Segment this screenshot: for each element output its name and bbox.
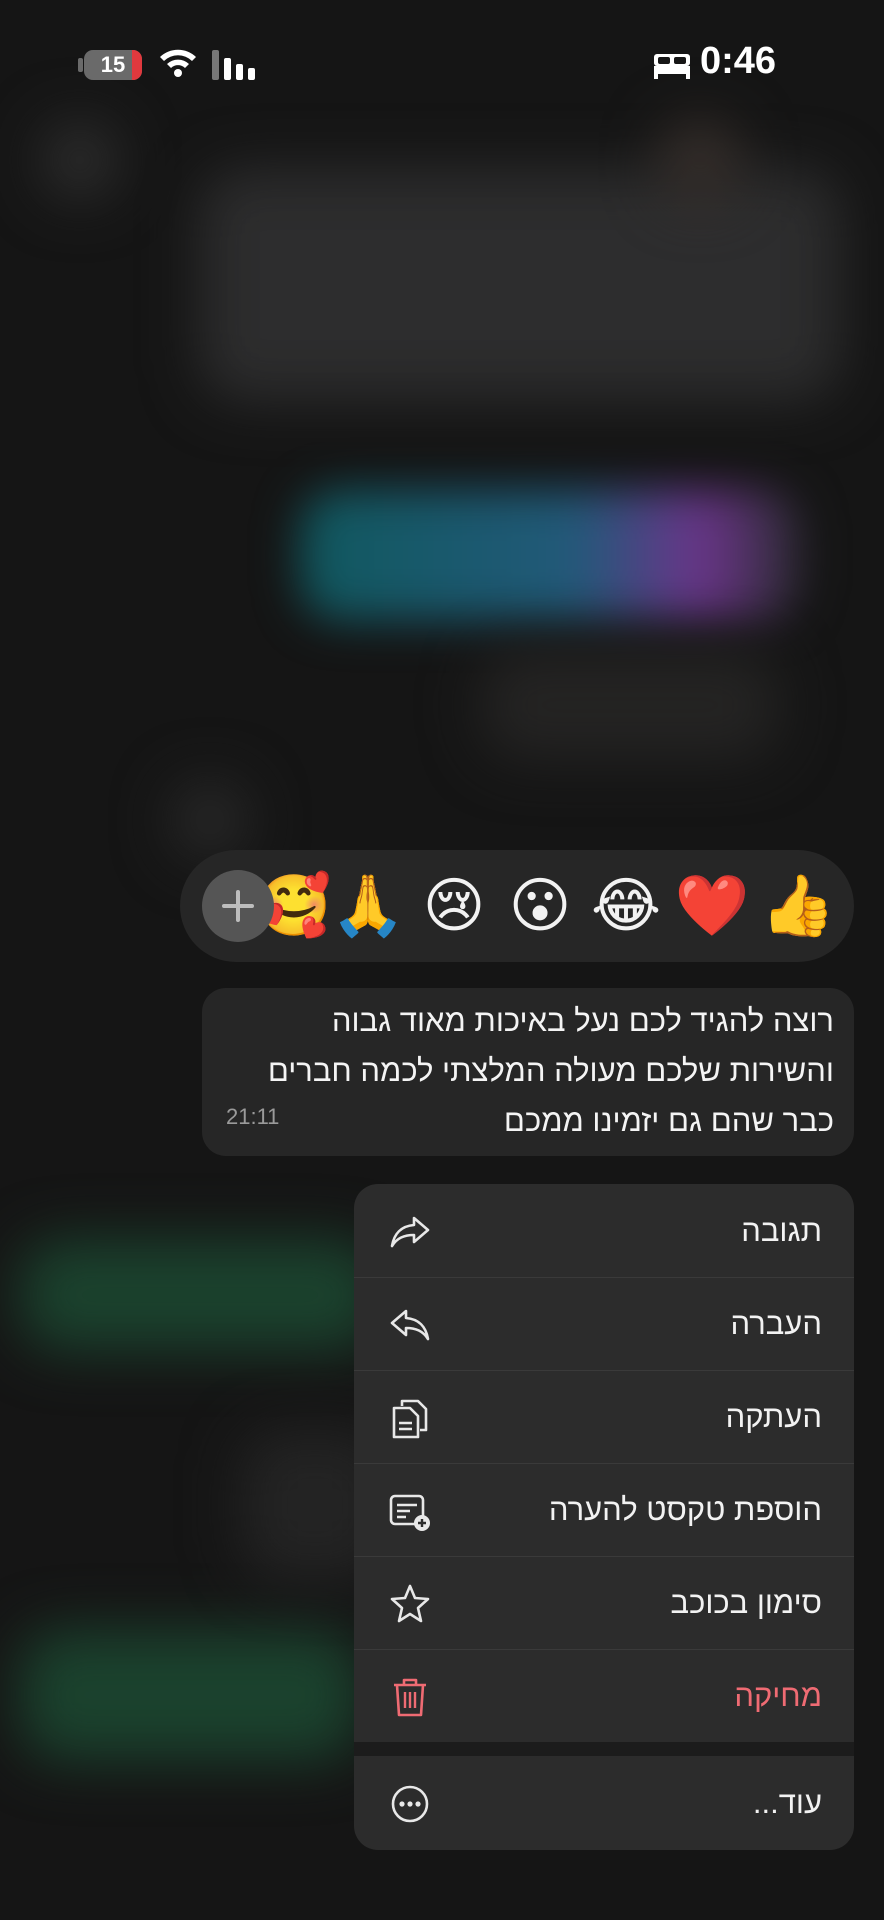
message-context-menu: תגובה העברה העתקה הוספת טקסט להערה סימון… [354,1184,854,1850]
copy-icon [392,1399,428,1439]
reaction-crying[interactable]: 😢 [416,868,492,944]
trash-icon [394,1678,426,1717]
message-bubble[interactable]: רוצה להגיד לכם נעל באיכות מאוד גבוה והשי… [202,988,854,1156]
menu-item-reply[interactable]: תגובה [354,1184,854,1278]
add-reaction-button[interactable] [202,870,274,942]
menu-item-more[interactable]: עוד... [354,1756,854,1850]
menu-item-label: תגובה [741,1213,822,1248]
forward-arrow-icon [390,1309,430,1341]
reaction-thumbs-up[interactable]: 👍 [760,868,836,944]
message-line: כבר שהם גם יזמינו ממכם [503,1103,834,1138]
menu-item-copy[interactable]: העתקה [354,1370,854,1464]
menu-item-label: סימון בכוכב [670,1585,822,1620]
menu-item-label: מחיקה [734,1678,822,1713]
wifi-icon [160,49,196,77]
message-timestamp: 21:11 [226,1104,280,1129]
reaction-bar: 👍 ❤️ 😂 😮 😢 🙏 🥰 [180,850,854,962]
battery-level: 15 [100,52,126,77]
battery-nub [78,58,83,72]
menu-item-star[interactable]: סימון בכוכב [354,1556,854,1650]
message-text: רוצה להגיד לכם נעל באיכות מאוד גבוה והשי… [234,996,834,1146]
note-add-icon [389,1494,430,1531]
sleep-focus-icon [654,54,690,79]
menu-item-delete[interactable]: מחיקה [354,1649,854,1742]
plus-icon [222,890,254,922]
reaction-surprised[interactable]: 😮 [502,868,578,944]
menu-item-label: העתקה [725,1399,822,1434]
menu-item-add-note[interactable]: הוספת טקסט להערה [354,1463,854,1557]
menu-item-label: העברה [730,1306,822,1341]
menu-separator [354,1742,854,1756]
message-line: רוצה להגיד לכם נעל באיכות מאוד גבוה [331,1003,834,1038]
menu-item-forward[interactable]: העברה [354,1277,854,1371]
status-time: 0:46 [700,40,777,82]
reply-arrow-icon [390,1216,430,1248]
reaction-pray[interactable]: 🙏 [330,868,406,944]
menu-item-label: עוד... [752,1785,822,1820]
reaction-laughing[interactable]: 😂 [588,868,664,944]
star-icon [390,1584,430,1623]
menu-item-label: הוספת טקסט להערה [548,1492,822,1527]
status-bar: 15 0:46 [0,0,884,120]
reaction-heart[interactable]: ❤️ [674,868,750,944]
battery-icon: 15 [84,50,142,80]
cellular-signal-icon [212,50,255,80]
message-line: והשירות שלכם מעולה המלצתי לכמה חברים [267,1053,834,1088]
more-icon [391,1785,429,1823]
